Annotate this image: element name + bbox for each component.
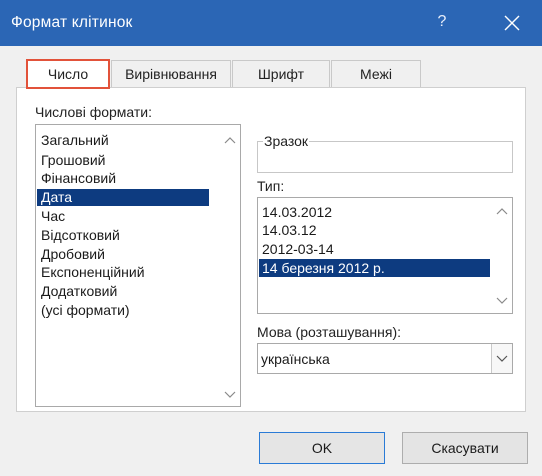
scroll-up-icon[interactable] [224,135,236,145]
locale-dropdown-button[interactable] [491,344,512,373]
close-button[interactable] [494,7,528,39]
tab-strip: Число Вирівнювання Шрифт Межі [16,59,526,89]
list-item[interactable]: Відсотковий [37,227,209,244]
help-button[interactable]: ? [430,8,454,36]
list-item[interactable]: 14.03.12 [259,221,490,239]
title-bar[interactable]: Формат клітинок ? [0,0,542,46]
list-item[interactable]: Експоненційний [37,264,209,281]
number-formats-label: Числові формати: [35,104,152,120]
tab-border[interactable]: Межі [331,60,421,87]
scroll-down-icon[interactable] [496,296,508,306]
locale-label: Мова (розташування): [257,324,401,340]
list-item[interactable]: Дробовий [37,246,209,263]
list-item-selected[interactable]: 14 березня 2012 р. [259,259,490,277]
list-item[interactable]: Час [37,208,209,225]
list-item[interactable]: (усі формати) [37,302,209,319]
scroll-down-icon[interactable] [224,390,236,400]
scroll-up-icon[interactable] [496,206,508,216]
chevron-down-icon [496,355,508,362]
locale-value: українська [261,351,330,367]
list-item[interactable]: Фінансовий [37,170,209,187]
list-item[interactable]: 14.03.2012 [259,203,490,221]
tab-font[interactable]: Шрифт [232,60,330,87]
ok-button[interactable]: OK [259,432,385,464]
type-scrollbar[interactable] [492,198,512,313]
window-title: Формат клітинок [11,14,133,31]
list-item[interactable]: Загальний [37,132,209,149]
close-icon [504,15,520,31]
list-item-selected[interactable]: Дата [37,189,209,206]
type-list[interactable]: 14.03.2012 14.03.12 2012-03-14 14 березн… [257,197,513,314]
cancel-button[interactable]: Скасувати [402,432,528,464]
tab-number[interactable]: Число [26,59,110,89]
sample-label: Зразок [263,133,310,149]
list-item[interactable]: 2012-03-14 [259,240,490,258]
number-formats-scrollbar[interactable] [220,125,240,406]
list-item[interactable]: Грошовий [37,152,209,169]
locale-select[interactable]: українська [257,343,513,374]
tab-alignment[interactable]: Вирівнювання [111,60,231,87]
list-item[interactable]: Додатковий [37,283,209,300]
number-formats-list[interactable]: Загальний Грошовий Фінансовий Дата Час В… [35,124,241,407]
format-cells-dialog: Формат клітинок ? Число Вирівнювання Шри… [0,0,542,476]
number-formats-label-text: Числові формати: [35,104,153,120]
type-label: Тип: [257,178,285,194]
